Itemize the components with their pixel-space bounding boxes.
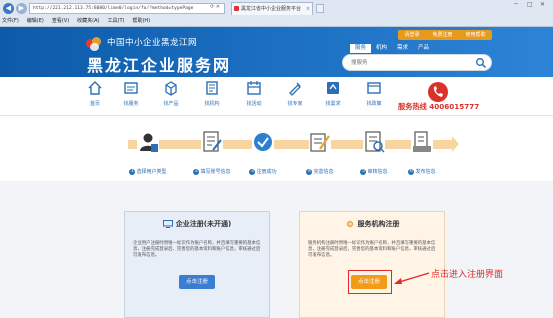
publish-icon	[411, 130, 433, 154]
maximize-icon[interactable]: □	[527, 1, 533, 8]
back-button[interactable]: ◀	[3, 3, 14, 14]
new-tab-button[interactable]	[316, 4, 324, 13]
nav-label: 首页	[89, 101, 100, 107]
forward-button[interactable]: ▶	[16, 3, 27, 14]
gear-icon	[346, 221, 353, 227]
close-window-icon[interactable]: ✕	[540, 1, 545, 8]
review-icon	[363, 130, 385, 154]
address-bar[interactable]: http://221.212.113.75:8080/lime0/login/f…	[29, 3, 225, 14]
browser-tab[interactable]: 黑龙江省中小企业服务平台 ×	[231, 2, 313, 15]
product-icon	[165, 81, 177, 96]
annotation-text: 点击进入注册界面	[431, 270, 504, 280]
expert-icon	[289, 82, 301, 96]
nav-demand[interactable]: 找需求	[318, 80, 348, 114]
refresh-icon[interactable]: ⟳ ✕	[210, 4, 220, 10]
help-link[interactable]: 使用帮助	[465, 30, 485, 40]
monitor-icon	[162, 220, 173, 228]
step-label: 1 选择用户类型	[129, 168, 167, 175]
site-logo[interactable]	[86, 37, 104, 51]
step-label: 6 发布信息	[408, 168, 436, 175]
menu-help[interactable]: 帮助(H)	[132, 17, 150, 26]
register-link[interactable]: 免费注册	[432, 30, 452, 40]
browser-chrome: ◀ ▶ http://221.212.113.75:8080/lime0/log…	[0, 0, 553, 27]
nav-label: 找产品	[163, 101, 179, 107]
nav-label: 找政策	[366, 101, 382, 107]
search-icon[interactable]	[475, 57, 487, 69]
menu-view[interactable]: 查看(V)	[52, 17, 69, 26]
nav-policy[interactable]: 找政策	[359, 80, 389, 114]
hotline: 服务热线 4006015777	[398, 102, 479, 112]
search-tab-demand[interactable]: 需求	[392, 44, 413, 53]
form-icon	[201, 130, 223, 154]
nav-expert[interactable]: 找专家	[280, 80, 310, 114]
step-6: 6 发布信息	[392, 120, 452, 180]
login-link[interactable]: 请登录	[404, 30, 419, 40]
enterprise-card-title: 企业注册(未开通)	[125, 212, 269, 237]
step-label: 4 完善信息	[306, 168, 334, 175]
nav-institution[interactable]: 找机构	[197, 80, 227, 114]
nav-label: 找服务	[123, 101, 139, 107]
step-4: 4 完善信息	[290, 120, 350, 180]
service-icon	[124, 82, 138, 94]
top-links: 请登录 免费注册 使用帮助	[398, 30, 492, 40]
menu-file[interactable]: 文件(F)	[2, 17, 19, 26]
user-type-icon	[137, 130, 159, 154]
tab-close-icon[interactable]: ×	[306, 3, 310, 15]
step-label: 3 注册成功	[249, 168, 277, 175]
nav-service[interactable]: 找服务	[116, 80, 146, 114]
search-tab-product[interactable]: 产品	[413, 44, 434, 53]
institution-icon	[206, 81, 218, 95]
site-title: 黑龙江企业服务网	[87, 56, 232, 75]
annotation-arrow-icon	[394, 272, 430, 284]
search-box	[342, 54, 492, 71]
hotline-number: 4006015777	[429, 102, 480, 111]
search-input[interactable]	[351, 58, 461, 68]
search-tab-service[interactable]: 服务	[350, 44, 372, 53]
institution-card-title: 服务机构注册	[300, 212, 444, 237]
favicon-icon	[234, 6, 239, 11]
step-1: 1 选择用户类型	[118, 120, 178, 180]
enterprise-register-button[interactable]: 点击注册	[179, 275, 215, 289]
edit-info-icon	[309, 130, 331, 154]
enterprise-card-desc: 企业用户注册时用唯一标识作为账户名称，并且填写重要的基本信息，注册完成登录后，完…	[133, 241, 261, 259]
nav-label: 找需求	[325, 101, 341, 107]
step-3: 3 注册成功	[233, 120, 293, 180]
policy-icon	[367, 82, 381, 94]
site-subtitle: 中国中小企业黑龙江网	[107, 38, 198, 48]
enterprise-register-card: 企业注册(未开通) 企业用户注册时用唯一标识作为账户名称，并且填写重要的基本信息…	[124, 211, 270, 318]
site-header: 中国中小企业黑龙江网 黑龙江企业服务网 请登录 免费注册 使用帮助 服务 机构 …	[0, 27, 553, 77]
success-check-icon	[252, 130, 274, 154]
hotline-label: 服务热线	[398, 102, 427, 111]
institution-card-desc: 服务机构注册时用唯一标识作为账户名称，并且填写重要的基本信息，注册完成登录后，完…	[308, 241, 436, 259]
nav-label: 找活动	[246, 101, 262, 107]
menu-tools[interactable]: 工具(T)	[108, 17, 125, 26]
menu-favorites[interactable]: 收藏夹(A)	[77, 17, 99, 26]
home-icon	[88, 81, 102, 95]
nav-activity[interactable]: 找活动	[239, 80, 269, 114]
tab-title: 黑龙江省中小企业服务平台	[241, 6, 302, 12]
minimize-icon[interactable]: ─	[514, 1, 518, 8]
demand-icon	[327, 82, 339, 94]
nav-product[interactable]: 找产品	[156, 80, 186, 114]
nav-home[interactable]: 首页	[80, 80, 110, 114]
registration-area: 企业注册(未开通) 企业用户注册时用唯一标识作为账户名称，并且填写重要的基本信息…	[0, 181, 553, 318]
institution-register-button[interactable]: 点击注册	[351, 275, 387, 289]
search-tab-institution[interactable]: 机构	[371, 44, 392, 53]
menu-edit[interactable]: 编辑(E)	[27, 17, 44, 26]
activity-icon	[247, 81, 261, 95]
registration-steps: 1 选择用户类型 2 填写账号信息 3 注册成功 4 完善信息 5 审核信息 6 发布信息	[0, 116, 553, 181]
nav-label: 找专家	[287, 101, 303, 107]
search-tabs: 服务 机构 需求 产品	[350, 44, 434, 53]
menu-bar: 文件(F) 编辑(E) 查看(V) 收藏夹(A) 工具(T) 帮助(H)	[2, 17, 150, 26]
main-nav: 首页 找服务 找产品 找机构 找活动 找专家 找需求 找政策 服务热线 4006…	[0, 77, 553, 116]
nav-label: 找机构	[204, 101, 220, 107]
phone-icon	[428, 82, 448, 102]
